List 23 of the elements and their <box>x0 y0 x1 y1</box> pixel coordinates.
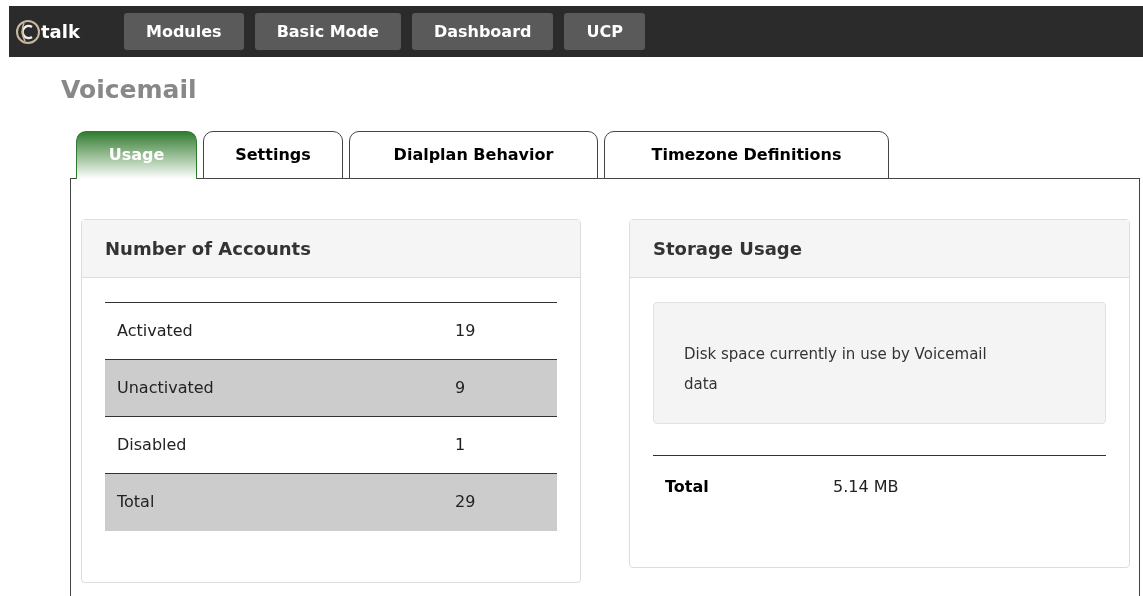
card-title: Number of Accounts <box>105 236 311 261</box>
nav-button[interactable]: Modules <box>124 13 244 50</box>
table-cell-text: Total <box>117 491 156 513</box>
table-cell-text: Unactivated <box>117 376 215 399</box>
logo-icon <box>15 18 41 45</box>
nav-button[interactable]: Basic Mode <box>254 13 401 50</box>
card-title: Storage Usage <box>653 236 802 261</box>
page-title: Voicemail <box>61 74 198 106</box>
nav-button[interactable]: Dashboard <box>411 13 554 50</box>
total-label: Total <box>665 476 710 498</box>
table-cell-text: 19 <box>455 319 476 342</box>
table-cell-text: Activated <box>117 319 194 342</box>
table-cell-text: 9 <box>455 376 466 399</box>
nav-button[interactable]: UCP <box>564 13 645 50</box>
tab[interactable]: Settings <box>203 130 343 179</box>
table-cell-text: 29 <box>455 491 476 513</box>
tab[interactable]: Dialplan Behavior <box>349 130 598 179</box>
total-value: 5.14 MB <box>833 476 899 498</box>
storage-description: Disk space currently in use by Voicemail data <box>684 343 988 395</box>
logo-text: talk <box>41 20 80 44</box>
table-cell-text: 1 <box>455 433 466 456</box>
table-cell-text: Disabled <box>117 433 188 456</box>
tab[interactable]: Timezone Definitions <box>604 130 889 179</box>
